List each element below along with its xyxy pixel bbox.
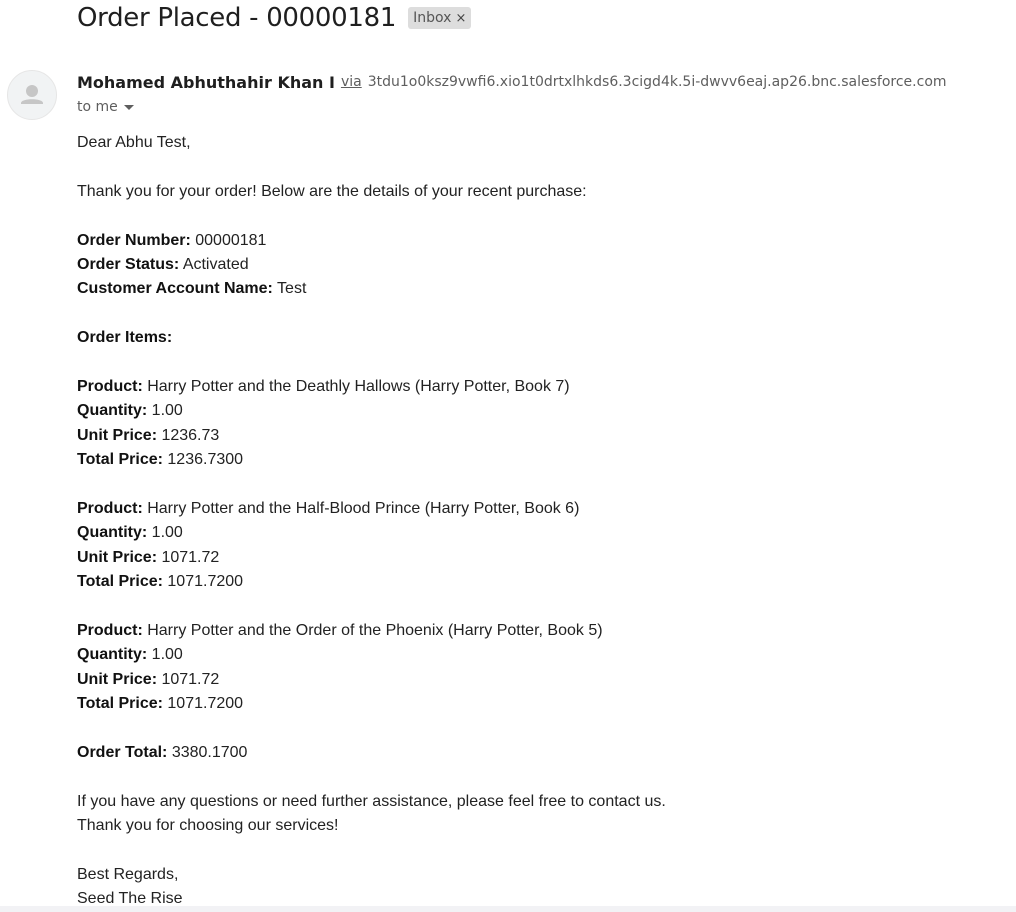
bottom-scroll-edge — [0, 906, 1016, 912]
order-total-label: Order Total: — [77, 744, 168, 762]
unit-price-line: Unit Price: 1071.72 — [77, 546, 666, 570]
total-price-line: Total Price: 1236.7300 — [77, 448, 666, 472]
quantity-label: Quantity: — [77, 646, 148, 664]
unit-price-label: Unit Price: — [77, 426, 158, 444]
items-heading-text: Order Items: — [77, 329, 173, 347]
product-label: Product: — [77, 378, 143, 395]
via-address: 3tdu1o0ksz9vwfi6.xio1t0drtxlhkds6.3cigd4… — [367, 74, 947, 90]
unit-price-label: Unit Price: — [77, 548, 158, 566]
product-value: Harry Potter and the Half-Blood Prince (… — [142, 500, 580, 518]
sender-row: Mohamed Abhuthahir Khan I via 3tdu1o0ksz… — [77, 71, 947, 93]
recipient-text: to me — [77, 99, 118, 115]
person-avatar-icon — [21, 85, 43, 104]
total-price-value: 1236.7300 — [162, 451, 244, 469]
email-subject: Order Placed - 00000181 — [77, 3, 397, 33]
thanks-text: Thank you for choosing our services! — [77, 817, 339, 835]
quantity-label: Quantity: — [77, 524, 148, 542]
order-item: Product: Harry Potter and the Half-Blood… — [77, 497, 666, 595]
inbox-label-text: Inbox — [413, 10, 452, 26]
quantity-line: Quantity: 1.00 — [77, 521, 666, 545]
close-icon[interactable]: × — [455, 11, 466, 26]
unit-price-value: 1236.73 — [157, 426, 220, 444]
order-number-line: Order Number: 00000181 — [77, 229, 666, 253]
order-item: Product: Harry Potter and the Order of t… — [77, 619, 666, 717]
total-price-label: Total Price: — [77, 573, 163, 591]
product-value: Harry Potter and the Deathly Hallows (Ha… — [142, 378, 570, 395]
quantity-value: 1.00 — [147, 524, 183, 542]
total-price-line: Total Price: 1071.7200 — [77, 570, 666, 594]
quantity-value: 1.00 — [147, 402, 183, 420]
unit-price-value: 1071.72 — [157, 670, 220, 688]
product-line: Product: Harry Potter and the Half-Blood… — [77, 497, 666, 521]
order-status-value: Activated — [179, 256, 249, 273]
quantity-value: 1.00 — [147, 646, 183, 664]
intro-text: Thank you for your order! Below are the … — [77, 182, 587, 200]
order-total-value: 3380.1700 — [167, 744, 248, 762]
order-status-label: Order Status: — [77, 256, 180, 273]
order-status-line: Order Status: Activated — [77, 253, 666, 277]
account-value: Test — [272, 280, 307, 298]
items-heading: Order Items: — [77, 326, 666, 350]
order-total-line: Order Total: 3380.1700 — [77, 741, 666, 765]
total-price-value: 1071.7200 — [162, 695, 244, 713]
quantity-line: Quantity: 1.00 — [77, 399, 666, 423]
product-label: Product: — [77, 622, 143, 640]
subject-row: Order Placed - 00000181 Inbox × — [77, 0, 472, 36]
unit-price-line: Unit Price: 1236.73 — [77, 424, 666, 448]
order-item: Product: Harry Potter and the Deathly Ha… — [77, 375, 666, 473]
quantity-line: Quantity: 1.00 — [77, 643, 666, 667]
quantity-label: Quantity: — [77, 402, 148, 420]
total-price-label: Total Price: — [77, 695, 163, 713]
account-label: Customer Account Name: — [77, 280, 273, 298]
product-line: Product: Harry Potter and the Order of t… — [77, 619, 666, 643]
inbox-label-chip[interactable]: Inbox × — [408, 7, 472, 29]
greeting: Dear Abhu Test, — [77, 134, 191, 151]
order-number-label: Order Number: — [77, 231, 191, 249]
order-number-value: 00000181 — [190, 231, 267, 249]
via-link[interactable]: via — [341, 74, 362, 90]
chevron-down-icon[interactable] — [123, 104, 134, 110]
unit-price-value: 1071.72 — [157, 548, 220, 566]
unit-price-label: Unit Price: — [77, 670, 158, 688]
closing-text: If you have any questions or need furthe… — [77, 792, 666, 810]
sender-name[interactable]: Mohamed Abhuthahir Khan I — [77, 73, 335, 92]
regards-text: Best Regards, — [77, 866, 179, 884]
account-line: Customer Account Name: Test — [77, 277, 666, 301]
sender-avatar[interactable] — [7, 70, 57, 120]
total-price-line: Total Price: 1071.7200 — [77, 692, 666, 716]
unit-price-line: Unit Price: 1071.72 — [77, 668, 666, 692]
product-line: Product: Harry Potter and the Deathly Ha… — [77, 375, 666, 399]
total-price-label: Total Price: — [77, 451, 163, 469]
email-body: Dear Abhu Test, Thank you for your order… — [77, 131, 666, 912]
product-value: Harry Potter and the Order of the Phoeni… — [142, 622, 603, 640]
product-label: Product: — [77, 500, 143, 518]
recipient-row: to me — [77, 97, 134, 117]
total-price-value: 1071.7200 — [162, 573, 244, 591]
